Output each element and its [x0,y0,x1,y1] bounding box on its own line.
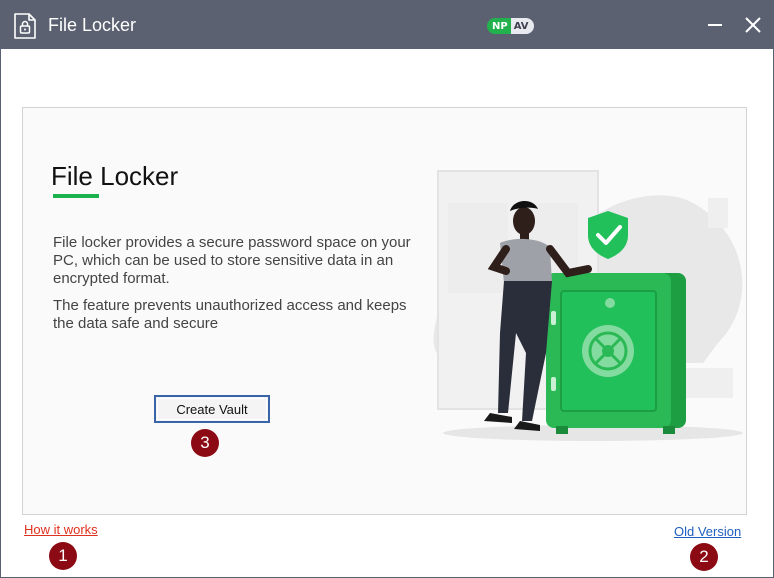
brand-av: AV [510,18,534,34]
close-icon[interactable] [739,11,767,39]
description-secondary: The feature prevents unauthorized access… [53,297,407,332]
brand-np: NP [487,18,511,34]
title-underline [53,194,99,198]
minimize-icon[interactable] [701,11,729,39]
window-title: File Locker [48,15,137,35]
description-primary: File locker provides a secure password s… [53,234,411,287]
page-title: File Locker [51,161,179,191]
create-vault-button[interactable]: Create Vault [154,395,270,423]
how-it-works-link[interactable]: How it works [24,522,98,537]
old-version-link[interactable]: Old Version [674,524,741,539]
file-locker-window: File Locker NP AV File Locker File locke… [0,0,774,578]
npav-logo: NP AV [487,18,534,34]
step-badge-1: 1 [49,542,77,570]
step-badge-3: 3 [191,429,219,457]
file-lock-icon [14,13,36,39]
title-bar[interactable]: File Locker NP AV [1,1,773,49]
main-panel: File Locker File locker provides a secur… [22,107,747,515]
person-with-safe-illustration [433,170,743,441]
step-badge-2: 2 [690,543,718,571]
